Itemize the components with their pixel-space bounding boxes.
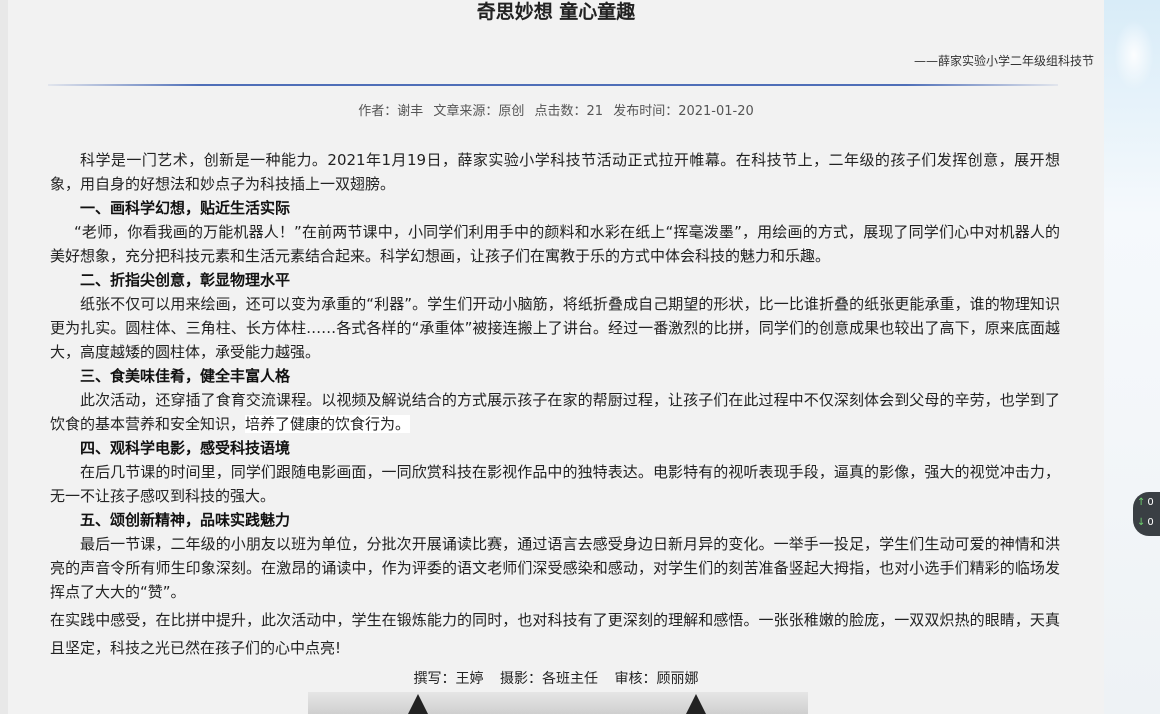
photo-figure-icon	[408, 694, 428, 714]
section-heading-5: 五、颂创新精神，品味实践魅力	[80, 511, 291, 529]
article-byline: ——薛家实验小学二年级组科技节	[913, 54, 1094, 68]
meta-clicks: 点击数：21	[534, 104, 604, 119]
paragraph-4: 在后几节课的时间里，同学们跟随电影画面，一同欣赏科技在影视作品中的独特表达。电影…	[50, 463, 1060, 505]
download-arrow-icon: ↓	[1137, 516, 1146, 528]
paragraph-intro: 科学是一门艺术，创新是一种能力。2021年1月19日，薛家实验小学科技节活动正式…	[50, 151, 1060, 193]
widget-download-row: ↓ 0	[1133, 512, 1160, 532]
article-photo	[308, 692, 808, 714]
page: 奇思妙想 童心童趣 ——薛家实验小学二年级组科技节 作者：谢丰 文章来源：原创 …	[0, 0, 1160, 714]
section-heading-1: 一、画科学幻想，贴近生活实际	[80, 199, 291, 217]
section-heading-2: 二、折指尖创意，彰显物理水平	[80, 271, 291, 289]
paragraph-5: 最后一节课，二年级的小朋友以班为单位，分批次开展诵读比赛，通过语言去感受身边日新…	[50, 535, 1060, 601]
paragraph-1: “老师，你看我画的万能机器人！”在前两节课中，小同学们利用手中的颜料和水彩在纸上…	[50, 223, 1060, 265]
credit-review: 审核：顾丽娜	[614, 671, 699, 687]
upload-value: 0	[1147, 496, 1154, 508]
paragraph-2: 纸张不仅可以用来绘画，还可以变为承重的“利器”。学生们开动小脑筋，将纸折叠成自己…	[50, 295, 1060, 361]
article-title: 奇思妙想 童心童趣	[476, 1, 636, 23]
paragraph-closing: 在实践中感受，在比拼中提升，此次活动中，学生在锻炼能力的同时，也对科技有了更深刻…	[50, 611, 1060, 657]
right-background	[1104, 0, 1160, 714]
credit-photo: 摄影：各班主任	[500, 671, 598, 687]
paragraph-3-text: 此次活动，还穿插了食育交流课程。以视频及解说结合的方式展示孩子在家的帮厨过程，让…	[50, 391, 1060, 433]
credit-writer: 撰写：王婷	[413, 671, 484, 687]
meta-author: 作者：谢丰	[358, 104, 424, 119]
left-margin	[0, 0, 8, 714]
section-heading-4: 四、观科学电影，感受科技语境	[80, 439, 291, 457]
upload-arrow-icon: ↑	[1137, 496, 1146, 508]
article-credits: 撰写：王婷 摄影：各班主任 审核：顾丽娜	[8, 668, 1104, 688]
widget-upload-row: ↑ 0	[1133, 492, 1160, 512]
paragraph-3-highlight: 培养了健康的饮食行为。	[245, 415, 411, 433]
paragraph-3: 此次活动，还穿插了食育交流课程。以视频及解说结合的方式展示孩子在家的帮厨过程，让…	[50, 388, 1060, 436]
article-container: 奇思妙想 童心童趣 ——薛家实验小学二年级组科技节 作者：谢丰 文章来源：原创 …	[8, 0, 1104, 714]
article-body: 科学是一门艺术，创新是一种能力。2021年1月19日，薛家实验小学科技节活动正式…	[50, 148, 1060, 662]
floating-traffic-widget[interactable]: ↑ 0 ↓ 0	[1133, 492, 1160, 536]
title-divider	[48, 84, 1058, 86]
meta-source: 文章来源：原创	[433, 104, 525, 119]
section-heading-3: 三、食美味佳肴，健全丰富人格	[80, 367, 291, 385]
photo-figure-icon	[686, 694, 706, 714]
meta-date: 发布时间：2021-01-20	[613, 104, 754, 119]
article-meta: 作者：谢丰 文章来源：原创 点击数：21 发布时间：2021-01-20	[8, 100, 1104, 119]
download-value: 0	[1147, 516, 1154, 528]
